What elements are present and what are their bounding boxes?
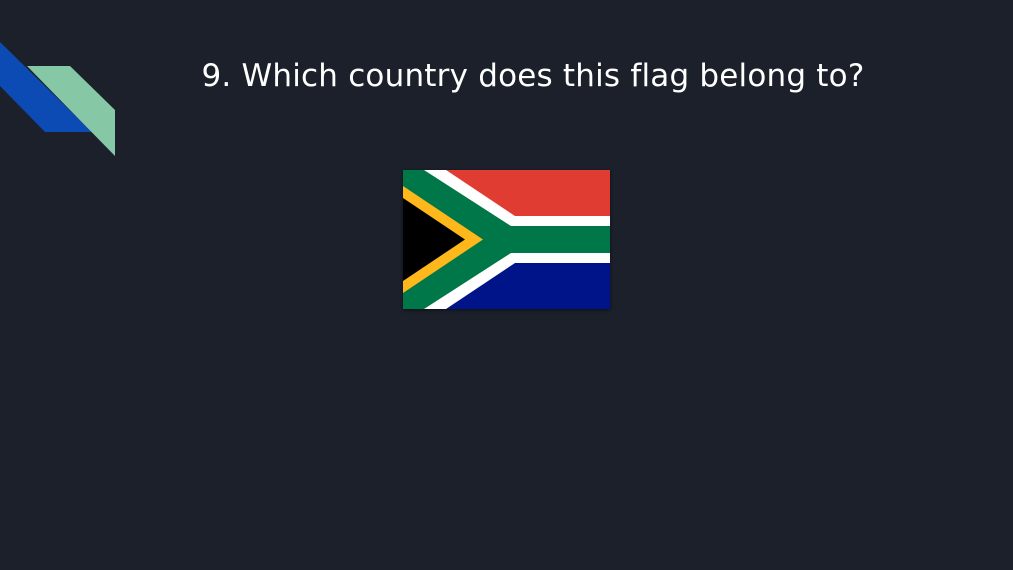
diagonal-ribbon-icon [0, 42, 115, 156]
south-africa-flag-icon [403, 170, 610, 309]
slide: 9. Which country does this flag belong t… [0, 0, 1013, 570]
slide-title: 9. Which country does this flag belong t… [201, 58, 865, 94]
